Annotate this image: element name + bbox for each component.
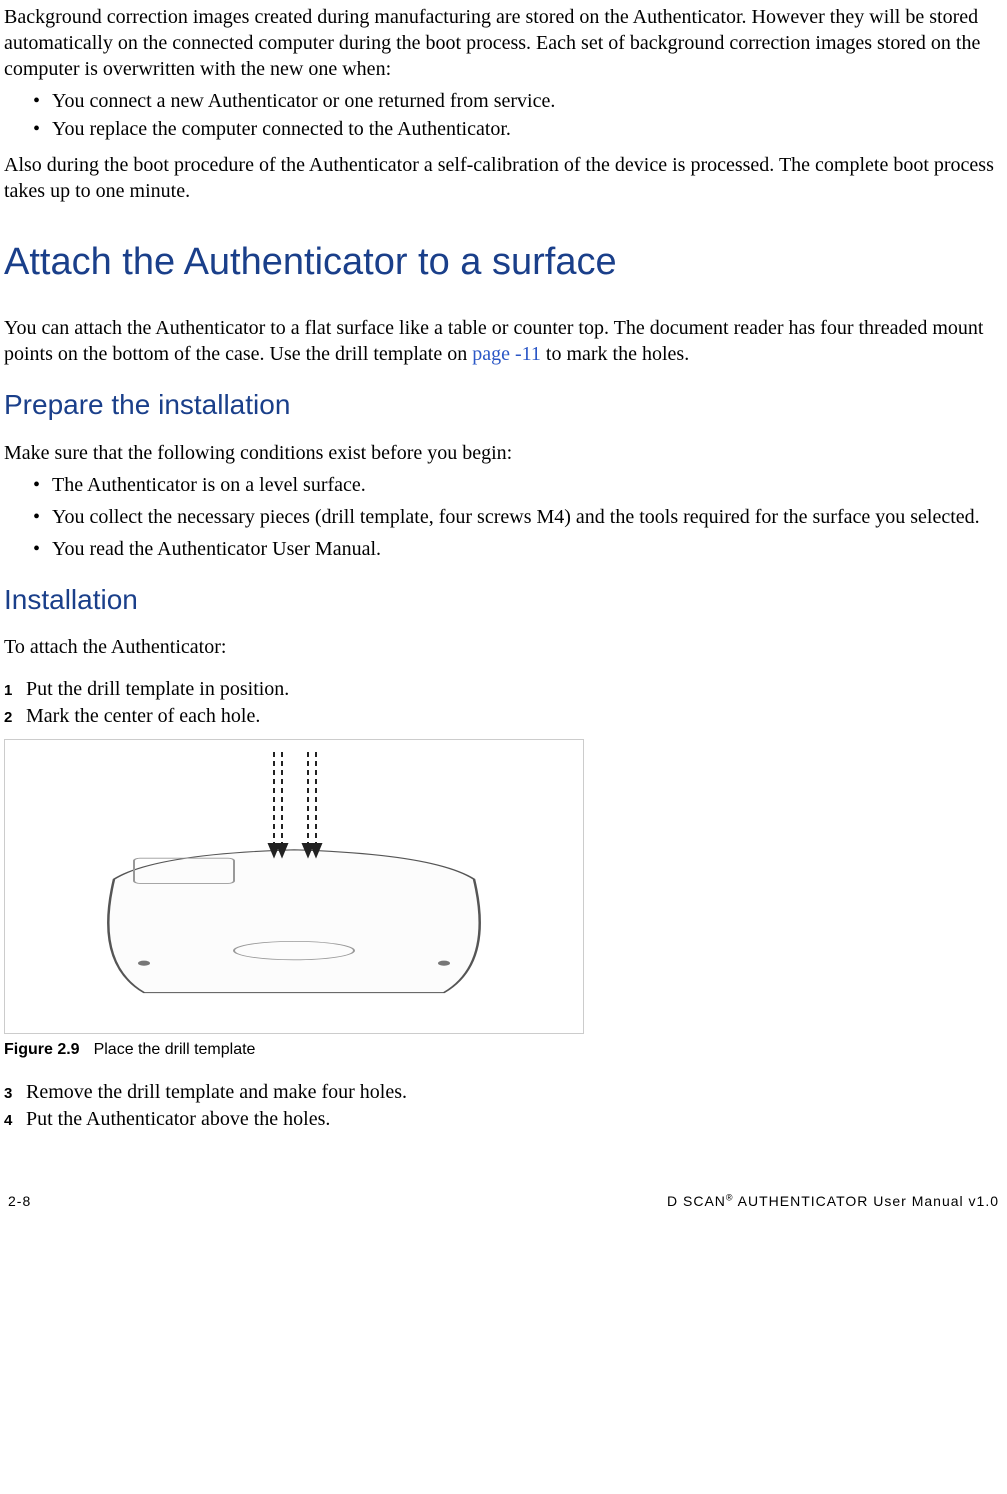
list-item: The Authenticator is on a level surface. xyxy=(50,472,1003,498)
step-text: Put the Authenticator above the holes. xyxy=(26,1106,330,1132)
list-item: You connect a new Authenticator or one r… xyxy=(50,88,1003,114)
step-number: 2 xyxy=(4,708,26,728)
prepare-bullet-list: The Authenticator is on a level surface.… xyxy=(4,472,1003,562)
prepare-paragraph: Make sure that the following conditions … xyxy=(4,440,1003,466)
step-text: Put the drill template in position. xyxy=(26,676,289,702)
subsection-heading-prepare: Prepare the installation xyxy=(4,387,1003,423)
list-item: 4Put the Authenticator above the holes. xyxy=(4,1106,1003,1132)
list-item: 3Remove the drill template and make four… xyxy=(4,1079,1003,1105)
drill-template-illustration xyxy=(64,752,524,1022)
subsection-heading-installation: Installation xyxy=(4,582,1003,618)
figure-drill-template xyxy=(4,739,584,1034)
list-item: You replace the computer connected to th… xyxy=(50,116,1003,142)
list-item: You read the Authenticator User Manual. xyxy=(50,536,1003,562)
figure-caption-text: Place the drill template xyxy=(94,1041,256,1058)
figure-caption: Figure 2.9 Place the drill template xyxy=(4,1040,1003,1061)
list-item: You collect the necessary pieces (drill … xyxy=(50,504,1003,530)
intro-paragraph-2: Also during the boot procedure of the Au… xyxy=(4,152,1003,204)
page-link[interactable]: page -11 xyxy=(472,343,541,365)
page-number: 2-8 xyxy=(8,1192,31,1210)
attach-text-b: to mark the holes. xyxy=(541,343,689,365)
step-text: Mark the center of each hole. xyxy=(26,703,260,729)
step-text: Remove the drill template and make four … xyxy=(26,1079,407,1105)
list-item: 2Mark the center of each hole. xyxy=(4,703,1003,729)
document-title: D SCAN® AUTHENTICATOR User Manual v1.0 xyxy=(667,1192,999,1210)
step-number: 3 xyxy=(4,1084,26,1104)
step-number: 4 xyxy=(4,1111,26,1131)
page-footer: 2-8 D SCAN® AUTHENTICATOR User Manual v1… xyxy=(4,1192,1003,1210)
install-paragraph: To attach the Authenticator: xyxy=(4,634,1003,660)
attach-paragraph: You can attach the Authenticator to a fl… xyxy=(4,315,1003,367)
intro-bullet-list: You connect a new Authenticator or one r… xyxy=(4,88,1003,142)
install-steps-list-1: 1Put the drill template in position. 2Ma… xyxy=(4,676,1003,729)
figure-number: Figure 2.9 xyxy=(4,1041,80,1058)
section-heading-attach: Attach the Authenticator to a surface xyxy=(4,238,1003,287)
intro-paragraph-1: Background correction images created dur… xyxy=(4,4,1003,82)
install-steps-list-2: 3Remove the drill template and make four… xyxy=(4,1079,1003,1132)
step-number: 1 xyxy=(4,681,26,701)
list-item: 1Put the drill template in position. xyxy=(4,676,1003,702)
